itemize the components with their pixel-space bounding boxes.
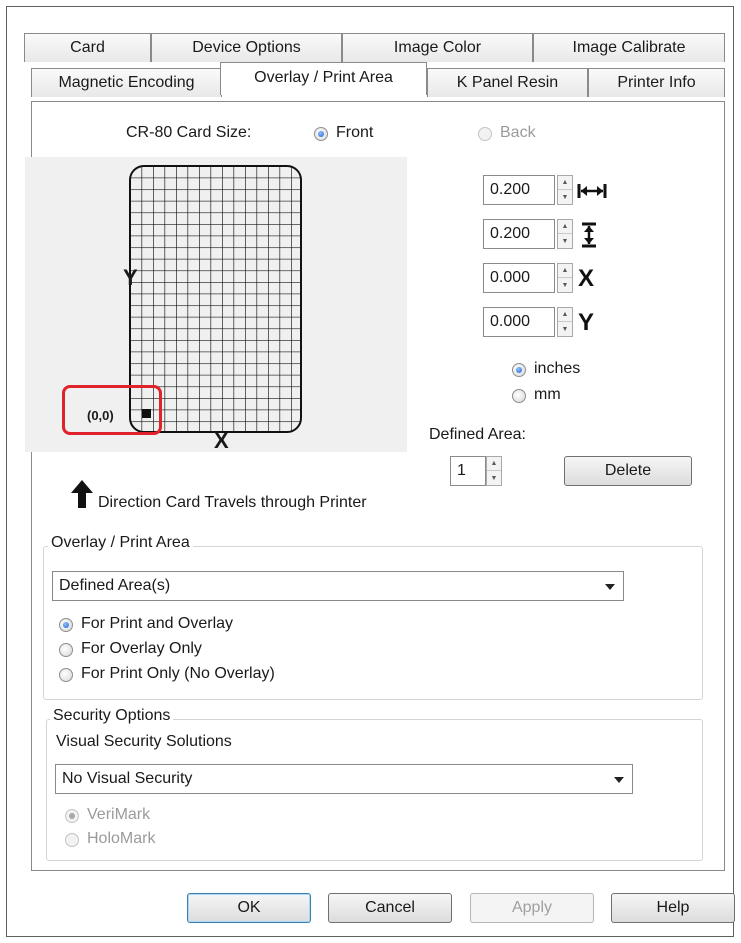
for-print-and-overlay-label[interactable]: For Print and Overlay <box>81 615 233 633</box>
y-offset-label: Y <box>578 309 595 336</box>
holomark-label: HoloMark <box>87 830 156 847</box>
overlay-area-selected: Defined Area(s) <box>59 577 171 594</box>
width-spinner[interactable]: ▲ ▼ <box>557 175 573 205</box>
width-input[interactable]: 0.200 <box>483 175 555 205</box>
verimark-radio <box>65 809 79 823</box>
security-group-title: Security Options <box>50 707 174 725</box>
for-overlay-only-radio[interactable] <box>59 643 73 657</box>
visual-security-label: Visual Security Solutions <box>56 733 232 750</box>
front-label[interactable]: Front <box>336 124 373 142</box>
tab-image-color[interactable]: Image Color <box>342 33 533 62</box>
mm-label[interactable]: mm <box>534 386 561 404</box>
x-offset-label: X <box>578 265 595 292</box>
for-overlay-only-label[interactable]: For Overlay Only <box>81 640 202 658</box>
holomark-radio <box>65 833 79 847</box>
inches-radio[interactable] <box>512 363 526 377</box>
origin-highlight <box>62 385 162 435</box>
defined-area-spinner[interactable]: ▲ ▼ <box>486 456 502 486</box>
delete-button[interactable]: Delete <box>564 456 692 486</box>
y-offset-spinner[interactable]: ▲ ▼ <box>557 307 573 337</box>
direction-text: Direction Card Travels through Printer <box>98 494 367 511</box>
back-radio <box>478 127 492 141</box>
tab-magnetic-encoding[interactable]: Magnetic Encoding <box>31 68 222 97</box>
help-button[interactable]: Help <box>611 893 735 923</box>
tab-printer-info[interactable]: Printer Info <box>588 68 725 97</box>
mm-radio[interactable] <box>512 389 526 403</box>
overlay-group-title: Overlay / Print Area <box>48 534 193 552</box>
front-radio[interactable] <box>314 127 328 141</box>
tab-device-options[interactable]: Device Options <box>151 33 342 62</box>
defined-area-input[interactable]: 1 <box>450 456 486 486</box>
y-axis-label: Y <box>123 265 138 290</box>
visual-security-combo[interactable]: No Visual Security <box>55 764 633 794</box>
vertical-extent-icon <box>582 222 596 248</box>
tab-k-panel-resin[interactable]: K Panel Resin <box>427 68 588 97</box>
card-size-label: CR-80 Card Size: <box>126 124 252 141</box>
for-print-only-label[interactable]: For Print Only (No Overlay) <box>81 665 275 683</box>
apply-button: Apply <box>470 893 594 923</box>
visual-security-selected: No Visual Security <box>62 770 193 787</box>
for-print-and-overlay-radio[interactable] <box>59 618 73 632</box>
tab-overlay-print-area[interactable]: Overlay / Print Area <box>220 62 427 95</box>
overlay-print-area-panel: CR-80 Card Size: Front Back Y X (0,0) 0.… <box>25 101 725 871</box>
verimark-label: VeriMark <box>87 806 151 823</box>
y-offset-input[interactable]: 0.000 <box>483 307 555 337</box>
back-label: Back <box>500 124 536 141</box>
chevron-down-icon <box>614 777 624 783</box>
cancel-button[interactable]: Cancel <box>328 893 452 923</box>
inches-label[interactable]: inches <box>534 360 580 378</box>
ok-button[interactable]: OK <box>187 893 311 923</box>
x-offset-spinner[interactable]: ▲ ▼ <box>557 263 573 293</box>
tab-card[interactable]: Card <box>24 33 151 62</box>
up-arrow-icon <box>71 480 93 508</box>
printer-properties-dialog: Card Device Options Image Color Image Ca… <box>6 6 735 937</box>
height-input[interactable]: 0.200 <box>483 219 555 249</box>
chevron-down-icon <box>605 584 615 590</box>
height-spinner[interactable]: ▲ ▼ <box>557 219 573 249</box>
for-print-only-radio[interactable] <box>59 668 73 682</box>
x-offset-input[interactable]: 0.000 <box>483 263 555 293</box>
tab-image-calibrate[interactable]: Image Calibrate <box>533 33 725 62</box>
x-axis-label: X <box>214 428 229 453</box>
defined-area-label: Defined Area: <box>429 426 526 443</box>
horizontal-extent-icon <box>577 184 607 198</box>
overlay-area-combo[interactable]: Defined Area(s) <box>52 571 624 601</box>
